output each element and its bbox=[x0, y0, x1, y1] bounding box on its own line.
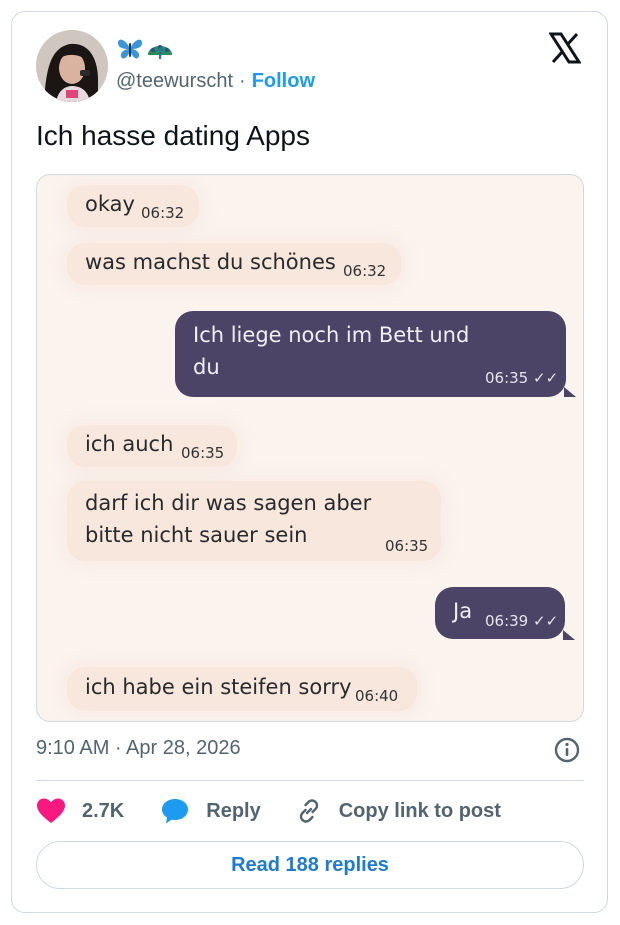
message-time: 06:40 bbox=[355, 687, 399, 705]
separator: · bbox=[239, 70, 246, 92]
message-time: 06:32 bbox=[343, 262, 387, 280]
copy-link-label: Copy link to post bbox=[338, 799, 501, 822]
message-text: ich habe ein steifen sorry bbox=[85, 675, 352, 699]
message-time: 06:35 bbox=[385, 537, 429, 555]
read-replies-button[interactable]: Read 188 replies bbox=[36, 841, 584, 889]
message-text: was machst du schönes bbox=[85, 250, 336, 274]
reply-label: Reply bbox=[206, 799, 261, 822]
action-bar: 2.7K Reply Copy link to post bbox=[36, 796, 501, 826]
incoming-message: ich habe ein steifen sorry 06:40 bbox=[67, 667, 417, 711]
like-button[interactable]: 2.7K bbox=[36, 797, 124, 825]
info-icon[interactable] bbox=[553, 736, 581, 764]
peacock-icon bbox=[148, 45, 172, 59]
reply-button[interactable]: Reply bbox=[160, 797, 261, 825]
incoming-message: ich auch 06:35 bbox=[67, 425, 237, 467]
divider bbox=[36, 780, 584, 781]
like-count: 2.7K bbox=[82, 799, 125, 822]
message-text: ich auch bbox=[85, 432, 174, 456]
copy-link-button[interactable]: Copy link to post bbox=[295, 797, 501, 825]
message-time: 06:32 bbox=[141, 204, 185, 222]
tweet-media-image[interactable]: okay 06:32 was machst du schönes 06:32 I… bbox=[36, 174, 584, 722]
link-icon bbox=[299, 799, 318, 823]
follow-button[interactable]: Follow bbox=[252, 70, 315, 92]
message-time: 06:39 ✓✓ bbox=[485, 612, 559, 630]
tweet-text: Ich hasse dating Apps bbox=[36, 120, 310, 151]
incoming-message: was machst du schönes 06:32 bbox=[67, 243, 401, 285]
message-time: 06:35 bbox=[181, 444, 225, 462]
message-time: 06:35 ✓✓ bbox=[485, 369, 559, 387]
message-text-line: Ich liege noch im Bett und bbox=[193, 323, 470, 347]
outgoing-message: Ich liege noch im Bett und du 06:35 ✓✓ bbox=[175, 311, 566, 397]
outgoing-bubble-tail bbox=[564, 387, 576, 397]
reply-bubble-icon bbox=[162, 799, 189, 824]
heart-icon bbox=[37, 798, 65, 823]
x-logo-icon[interactable] bbox=[549, 32, 581, 64]
display-name-emojis[interactable] bbox=[116, 36, 174, 62]
message-text-line: darf ich dir was sagen aber bbox=[85, 491, 372, 515]
post-timestamp[interactable]: 9:10 AM · Apr 28, 2026 bbox=[36, 737, 241, 760]
outgoing-bubble-tail bbox=[563, 630, 575, 640]
message-text: okay bbox=[85, 192, 135, 216]
message-text-line: du bbox=[193, 355, 220, 379]
outgoing-message: Ja 06:39 ✓✓ bbox=[435, 587, 565, 639]
user-handle[interactable]: @teewurscht bbox=[116, 70, 233, 92]
butterfly-icon bbox=[118, 39, 142, 59]
message-text: Ja bbox=[453, 599, 473, 623]
incoming-message: darf ich dir was sagen aber bitte nicht … bbox=[67, 481, 441, 561]
handle-row: @teewurscht · Follow bbox=[116, 70, 315, 93]
avatar[interactable] bbox=[36, 30, 108, 102]
incoming-message: okay 06:32 bbox=[67, 185, 199, 227]
message-text-line: bitte nicht sauer sein bbox=[85, 523, 308, 547]
